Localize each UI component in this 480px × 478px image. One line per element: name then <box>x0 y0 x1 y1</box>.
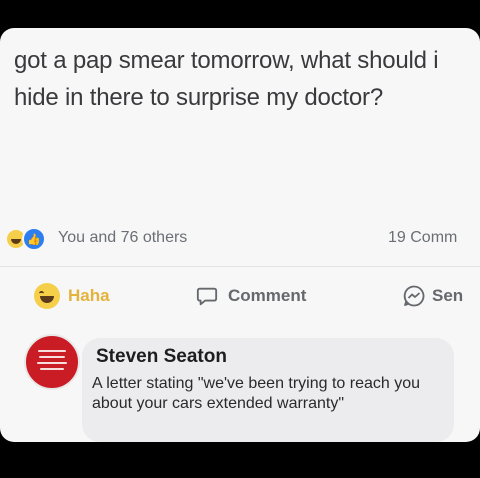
comment-icon <box>196 287 218 306</box>
send-label: Sen <box>432 286 464 305</box>
comment-label: Comment <box>228 286 307 305</box>
like-reaction-icon: 👍 <box>22 227 46 251</box>
comment-author[interactable]: Steven Seaton <box>96 346 227 368</box>
actions-row: Haha Comment Sen <box>0 280 480 312</box>
haha-icon <box>34 283 60 309</box>
reaction-icons: 👍 <box>6 226 52 251</box>
haha-label: Haha <box>68 286 110 305</box>
haha-button[interactable]: Haha <box>34 280 110 312</box>
post-card: got a pap smear tomorrow, what should i … <box>0 28 480 442</box>
avatar[interactable] <box>24 334 80 390</box>
comment-button[interactable]: Comment <box>196 280 306 312</box>
send-icon <box>403 285 425 307</box>
reactions-row[interactable]: 👍 You and 76 others 19 Comm <box>0 224 480 254</box>
send-button[interactable]: Sen <box>402 280 463 312</box>
reactions-summary[interactable]: You and 76 others <box>58 229 187 247</box>
comment: Steven Seaton A letter stating "we've be… <box>0 326 480 442</box>
comment-bubble: Steven Seaton A letter stating "we've be… <box>82 338 454 442</box>
comments-count[interactable]: 19 Comm <box>388 229 457 247</box>
comment-text: A letter stating "we've been trying to r… <box>92 375 421 412</box>
post-text: got a pap smear tomorrow, what should i … <box>14 47 439 111</box>
divider <box>0 266 480 267</box>
